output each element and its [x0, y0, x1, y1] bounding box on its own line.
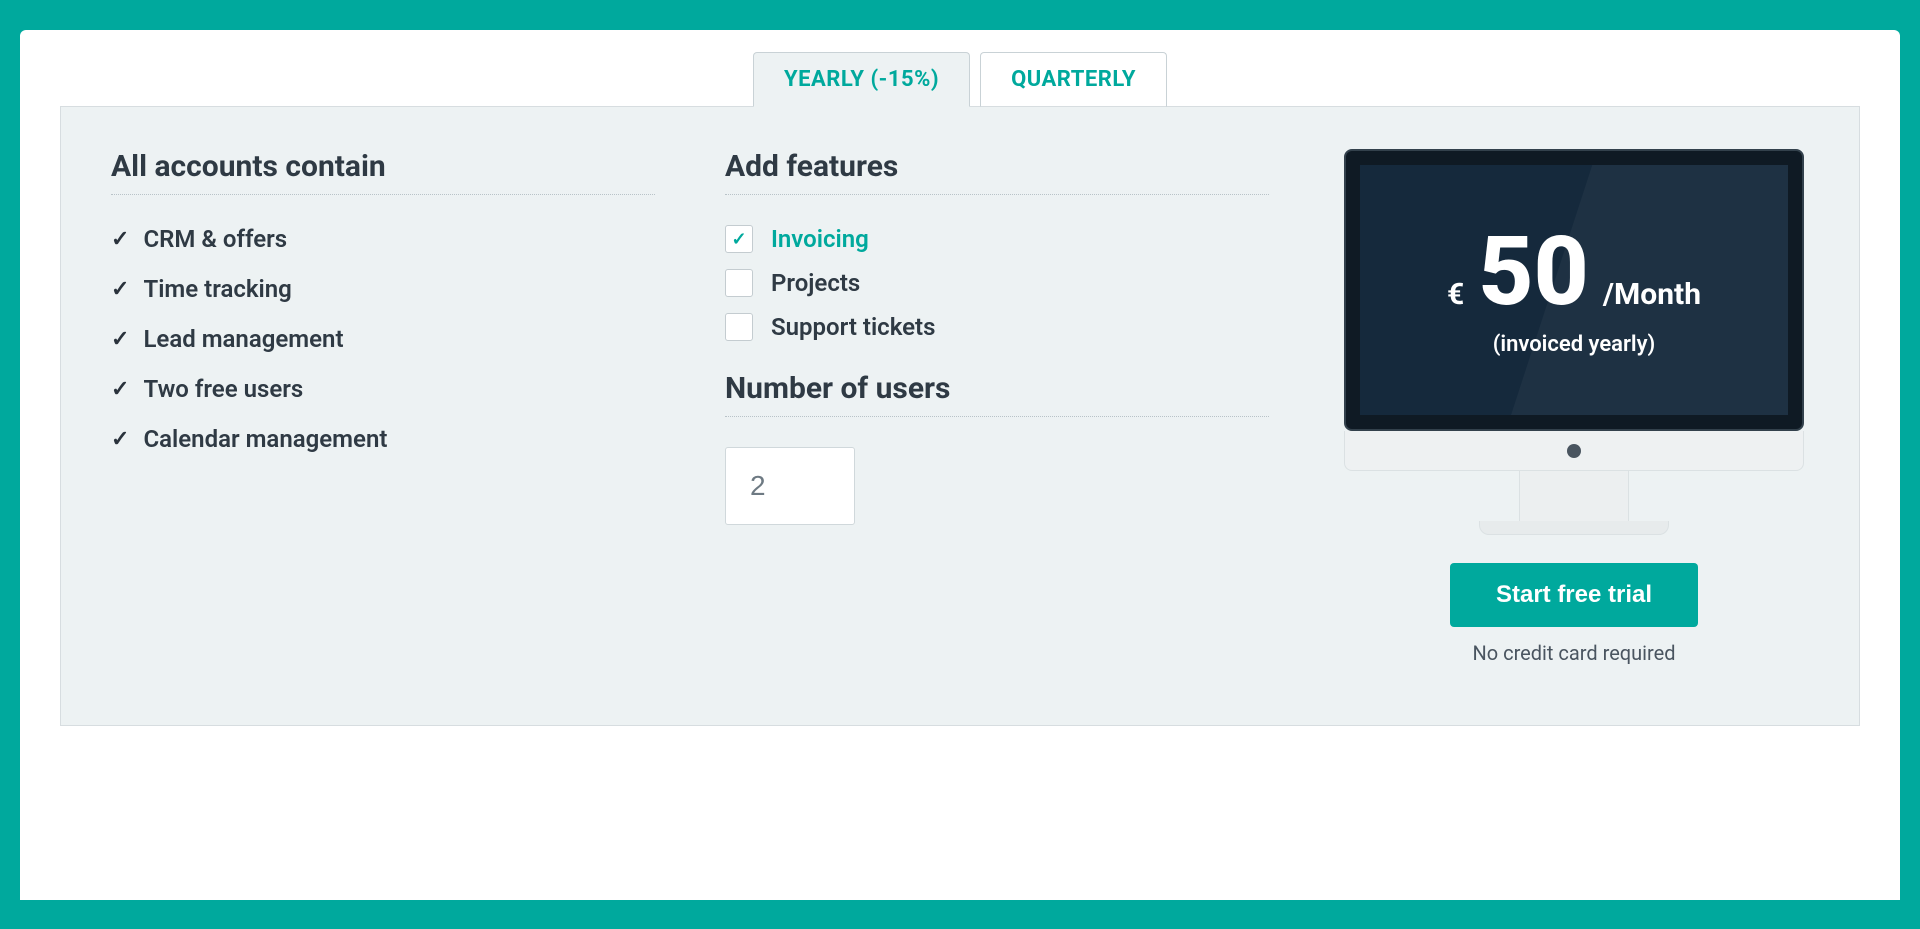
- monitor-illustration: € 50 /Month (invoiced yearly): [1344, 149, 1804, 535]
- config-panel: All accounts contain ✓ CRM & offers ✓ Ti…: [60, 107, 1860, 726]
- tab-quarterly[interactable]: QUARTERLY: [980, 52, 1167, 107]
- price-column: € 50 /Month (invoiced yearly) Start free…: [1339, 149, 1809, 665]
- check-icon: ✓: [731, 229, 746, 250]
- check-icon: ✓: [111, 377, 129, 402]
- check-icon: ✓: [111, 427, 129, 452]
- addons-list: ✓ Invoicing ✓ Projects ✓ Support tickets: [725, 225, 1269, 341]
- included-list: ✓ CRM & offers ✓ Time tracking ✓ Lead ma…: [111, 225, 655, 453]
- price-amount: 50: [1478, 224, 1589, 320]
- addon-label: Projects: [771, 269, 860, 297]
- list-item: ✓ Lead management: [111, 325, 655, 353]
- addon-invoicing[interactable]: ✓ Invoicing: [725, 225, 1269, 253]
- included-column: All accounts contain ✓ CRM & offers ✓ Ti…: [111, 149, 655, 665]
- no-credit-card-note: No credit card required: [1472, 641, 1675, 665]
- check-icon: ✓: [111, 277, 129, 302]
- list-item: ✓ Time tracking: [111, 275, 655, 303]
- included-title: All accounts contain: [111, 149, 655, 195]
- check-icon: ✓: [111, 227, 129, 252]
- users-title: Number of users: [725, 371, 1269, 417]
- feature-label: Time tracking: [143, 275, 291, 303]
- monitor-bezel: € 50 /Month (invoiced yearly): [1344, 149, 1804, 431]
- check-icon: ✓: [111, 327, 129, 352]
- list-item: ✓ Calendar management: [111, 425, 655, 453]
- start-trial-button[interactable]: Start free trial: [1450, 563, 1698, 627]
- monitor-chin: [1344, 431, 1804, 471]
- feature-label: Calendar management: [143, 425, 387, 453]
- addon-label: Support tickets: [771, 313, 935, 341]
- addons-title: Add features: [725, 149, 1269, 195]
- pricing-card: YEARLY (-15%) QUARTERLY All accounts con…: [20, 30, 1900, 900]
- billing-tabs: YEARLY (-15%) QUARTERLY: [20, 52, 1900, 107]
- monitor-screen: € 50 /Month (invoiced yearly): [1360, 165, 1788, 415]
- billing-note: (invoiced yearly): [1493, 332, 1656, 357]
- checkbox[interactable]: ✓: [725, 313, 753, 341]
- addons-column: Add features ✓ Invoicing ✓ Projects ✓ Su…: [725, 149, 1269, 665]
- monitor-stand-base: [1479, 521, 1669, 535]
- list-item: ✓ CRM & offers: [111, 225, 655, 253]
- checkbox[interactable]: ✓: [725, 225, 753, 253]
- price-period: /Month: [1603, 277, 1701, 312]
- feature-label: CRM & offers: [143, 225, 287, 253]
- addon-support-tickets[interactable]: ✓ Support tickets: [725, 313, 1269, 341]
- camera-dot-icon: [1567, 444, 1581, 458]
- checkbox[interactable]: ✓: [725, 269, 753, 297]
- feature-label: Two free users: [143, 375, 303, 403]
- feature-label: Lead management: [143, 325, 343, 353]
- price-line: € 50 /Month: [1447, 224, 1701, 320]
- currency-symbol: €: [1447, 277, 1464, 312]
- addon-label: Invoicing: [771, 225, 869, 253]
- tab-yearly[interactable]: YEARLY (-15%): [753, 52, 970, 107]
- list-item: ✓ Two free users: [111, 375, 655, 403]
- monitor-stand-neck: [1519, 471, 1629, 521]
- users-input[interactable]: [725, 447, 855, 525]
- addon-projects[interactable]: ✓ Projects: [725, 269, 1269, 297]
